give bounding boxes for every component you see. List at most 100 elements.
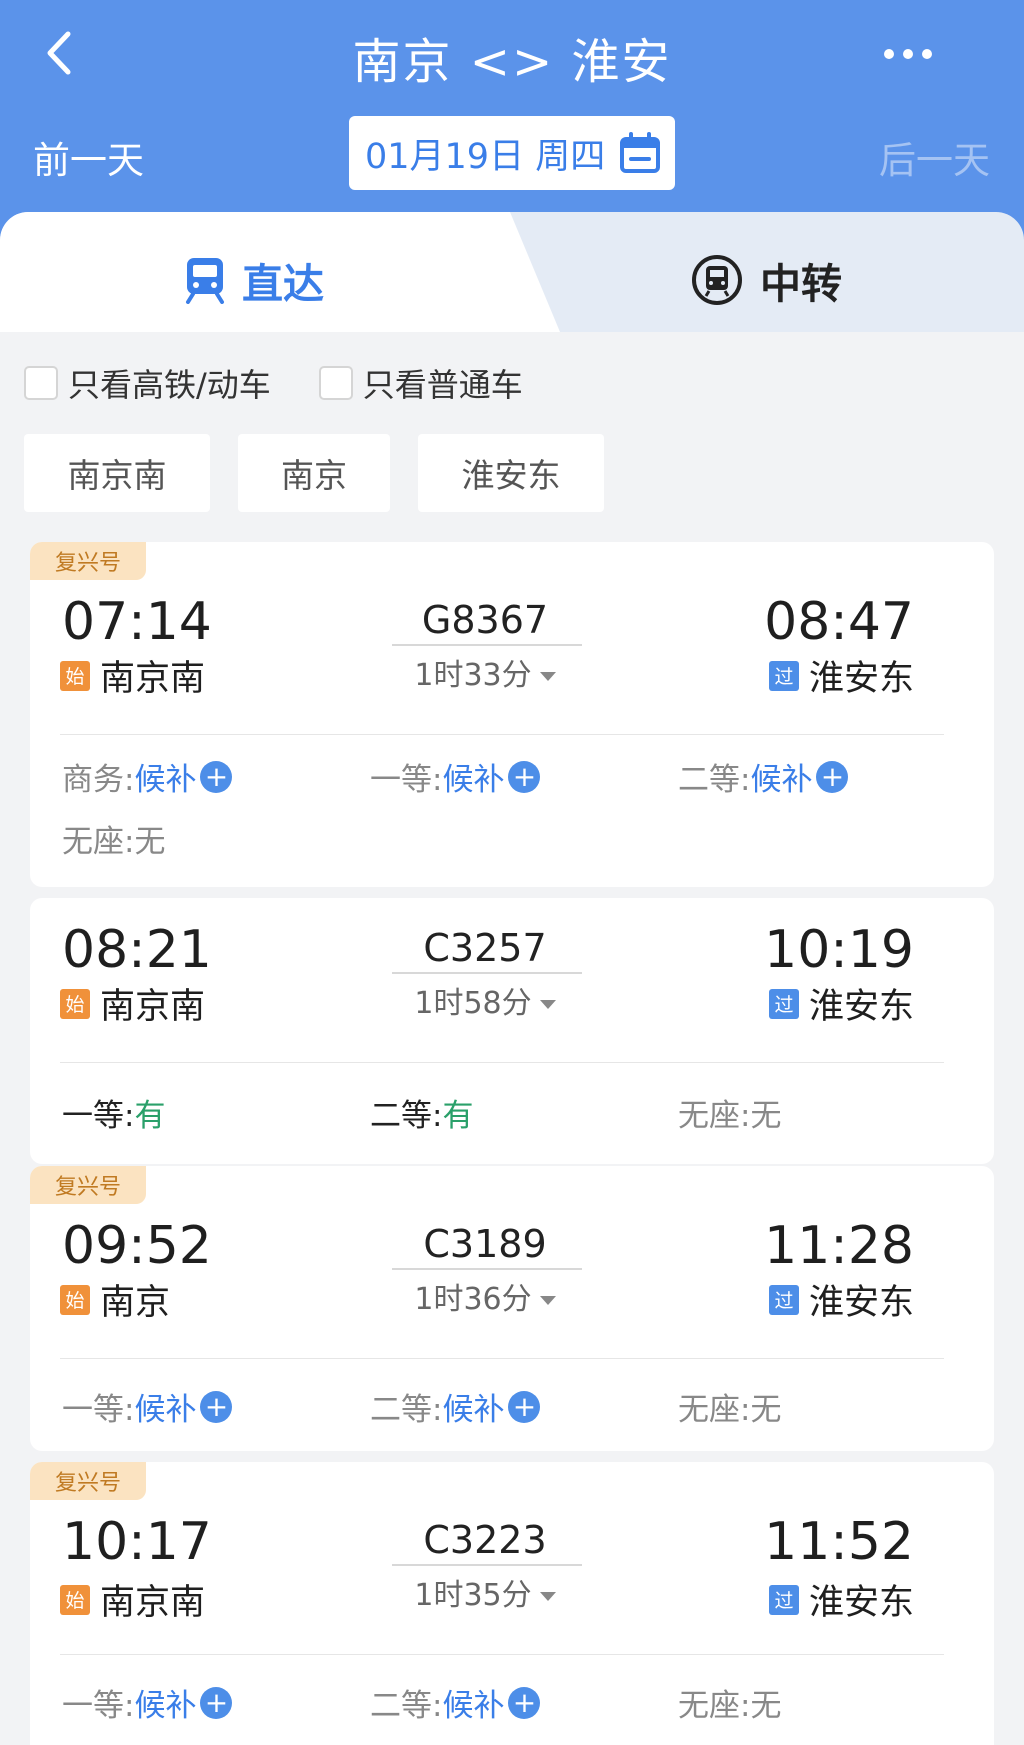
duration[interactable]: 1时35分 [390,1570,580,1614]
departure-time: 07:14 [62,592,212,652]
card-divider [60,734,944,735]
seat-value: 候补 [442,1688,505,1724]
seat-second-class[interactable]: 二等: 候补 + [370,1384,541,1429]
seat-value: 候补 [442,1392,505,1428]
departure-station-name: 南京 [100,1283,171,1323]
duration[interactable]: 1时36分 [390,1274,580,1318]
seat-label: 一等: [62,1688,135,1724]
filter-high-speed[interactable]: 只看高铁/动车 [24,360,271,406]
arrival-station: 过 淮安东 [768,650,914,701]
route-title: 南京 <> 淮安 [352,34,672,90]
seat-first-class[interactable]: 一等: 有 [62,1090,165,1135]
filter-normal-label: 只看普通车 [362,366,523,404]
tab-direct-label: 直达 [242,260,324,308]
high-speed-checkbox[interactable] [24,366,58,400]
pass-tag: 过 [768,660,799,691]
train-number: C3223 [423,1518,547,1562]
seat-label: 无座: [678,1392,751,1428]
plus-circle-icon[interactable]: + [200,1390,233,1423]
tab-direct[interactable]: 直达 [0,212,560,332]
calendar-icon [620,132,660,173]
seat-no-seat: 无座: 无 [678,1090,781,1135]
seat-value: 有 [442,1098,474,1134]
caret-down-icon [539,1296,556,1305]
departure-station: 始 南京南 [60,1574,205,1625]
fuxing-badge: 复兴号 [30,1166,146,1204]
seat-second-class[interactable]: 二等: 有 [370,1090,473,1135]
train-number: C3257 [423,926,547,970]
station-filter-chips: 南京南 南京 淮安东 [24,434,604,512]
plus-circle-icon[interactable]: + [508,1686,541,1719]
train-divider [392,972,582,974]
departure-station: 始 南京 [60,1274,170,1325]
seat-business[interactable]: 商务: 候补 + [62,754,233,799]
prev-day-button[interactable]: 前一天 [33,130,144,184]
train-number: C3189 [423,1222,547,1266]
seat-label: 一等: [370,762,443,798]
departure-station: 始 南京南 [60,978,205,1029]
date-picker[interactable]: 01月19日 周四 [349,116,675,190]
plus-circle-icon[interactable]: + [200,1686,233,1719]
departure-station-name: 南京南 [100,659,206,699]
card-divider [60,1358,944,1359]
departure-station: 始 南京南 [60,650,205,701]
train-card[interactable]: 复兴号 07:14 G8367 1时33分 08:47 始 南京南 过 淮安东 … [30,542,994,887]
seat-label: 商务: [62,762,135,798]
arrival-time: 11:28 [764,1216,914,1276]
seat-label: 无座: [62,824,135,860]
pass-tag: 过 [768,1584,799,1615]
plus-circle-icon[interactable]: + [816,760,849,793]
card-divider [60,1062,944,1063]
seat-value: 无 [750,1098,782,1134]
seat-second-class[interactable]: 二等: 候补 + [678,754,849,799]
station-chip-nanjingnan[interactable]: 南京南 [24,434,210,512]
plus-circle-icon[interactable]: + [200,760,233,793]
train-card[interactable]: 复兴号 09:52 C3189 1时36分 11:28 始 南京 过 淮安东 一… [30,1166,994,1451]
seat-no-seat: 无座: 无 [62,816,165,861]
seat-first-class[interactable]: 一等: 候补 + [62,1680,233,1725]
seat-no-seat: 无座: 无 [678,1680,781,1725]
tab-transfer[interactable]: 中转 [690,250,842,310]
seat-first-class[interactable]: 一等: 候补 + [370,754,541,799]
card-divider [60,1654,944,1655]
seat-label: 二等: [370,1688,443,1724]
seat-value: 无 [134,824,166,860]
next-day-button[interactable]: 后一天 [879,130,990,184]
route-type-tabs: 直达 中转 [0,212,1024,332]
seat-label: 一等: [62,1392,135,1428]
seat-second-class[interactable]: 二等: 候补 + [370,1680,541,1725]
departure-station-name: 南京南 [100,1583,206,1623]
duration[interactable]: 1时58分 [390,978,580,1022]
seat-value: 候补 [134,762,197,798]
plus-circle-icon[interactable]: + [508,1390,541,1423]
departure-station-name: 南京南 [100,987,206,1027]
departure-time: 10:17 [62,1512,212,1572]
more-icon[interactable] [884,45,932,63]
pass-tag: 过 [768,988,799,1019]
start-tag: 始 [60,988,90,1019]
train-icon [186,258,224,304]
normal-checkbox[interactable] [318,366,353,400]
filter-normal[interactable]: 只看普通车 [318,360,523,406]
start-tag: 始 [60,660,90,691]
train-card[interactable]: 复兴号 10:17 C3223 1时35分 11:52 始 南京南 过 淮安东 … [30,1462,994,1745]
pass-tag: 过 [768,1284,799,1315]
seat-label: 一等: [62,1098,135,1134]
duration[interactable]: 1时33分 [390,650,580,694]
train-card[interactable]: 08:21 C3257 1时58分 10:19 始 南京南 过 淮安东 一等: … [30,898,994,1164]
seat-no-seat: 无座: 无 [678,1384,781,1429]
tab-transfer-label: 中转 [760,260,842,308]
seat-value: 无 [750,1392,782,1428]
station-chip-huaiandong[interactable]: 淮安东 [418,434,604,512]
date-label: 01月19日 周四 [365,136,606,177]
station-chip-nanjing[interactable]: 南京 [238,434,390,512]
arrival-station-name: 淮安东 [808,1583,914,1623]
plus-circle-icon[interactable]: + [508,760,541,793]
seat-value: 候补 [442,762,505,798]
transfer-train-icon [692,255,742,305]
seat-value: 候补 [750,762,813,798]
seat-first-class[interactable]: 一等: 候补 + [62,1384,233,1429]
arrival-station: 过 淮安东 [768,978,914,1029]
duration-label: 1时58分 [414,986,532,1021]
caret-down-icon [539,1592,556,1601]
